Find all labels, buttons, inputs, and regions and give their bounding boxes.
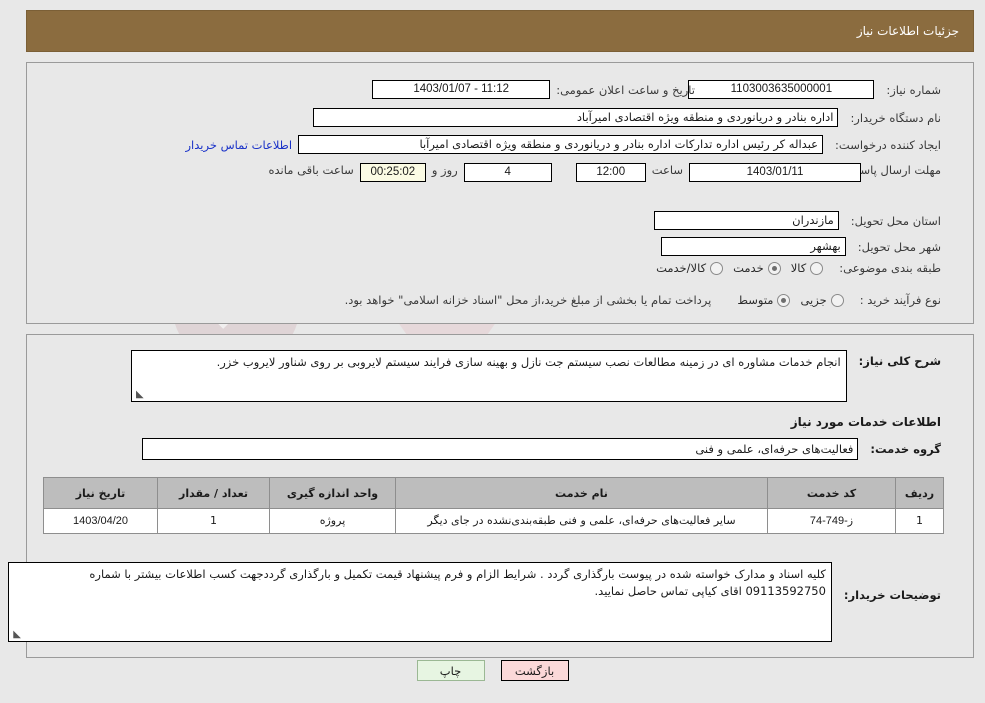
- row-description: شرح کلی نیاز: انجام خدمات مشاوره ای در ز…: [130, 350, 941, 402]
- deadline-date-value: 1403/01/11: [689, 163, 861, 182]
- row-creator: ایجاد کننده درخواست: عبداله کر رئیس ادار…: [185, 135, 941, 154]
- buyer-notes-label: توضیحات خریدار:: [843, 588, 941, 602]
- col-name: نام خدمت: [395, 477, 768, 509]
- cell-date: 1403/04/20: [43, 508, 158, 534]
- table-header-row: ردیف کد خدمت نام خدمت واحد اندازه گیری ت…: [43, 477, 944, 509]
- back-button[interactable]: بازگشت: [500, 660, 569, 681]
- process-option-1-label: متوسط: [737, 293, 774, 307]
- row-announce-datetime: تاریخ و ساعت اعلان عمومی: 1403/01/07 - 1…: [372, 80, 695, 99]
- process-option-0[interactable]: جزیی: [800, 293, 844, 307]
- col-quantity: تعداد / مقدار: [157, 477, 270, 509]
- radio-motavaset[interactable]: [777, 293, 791, 307]
- row-province: استان محل تحویل: مازندران: [653, 211, 941, 230]
- payment-note: پرداخت تمام یا بخشی از مبلغ خرید،از محل …: [344, 293, 712, 307]
- category-option-2-label: کالا/خدمت: [656, 261, 707, 275]
- need-number-label: شماره نیاز:: [886, 82, 941, 97]
- page-header: جزئیات اطلاعات نیاز: [26, 10, 974, 52]
- category-option-0-label: کالا: [790, 261, 807, 275]
- row-category: طبقه بندی موضوعی: کالا خدمت کالا/خدمت: [656, 261, 941, 275]
- col-date: تاریخ نیاز: [43, 477, 158, 509]
- announce-value: 1403/01/07 - 11:12: [372, 80, 551, 99]
- process-option-1[interactable]: متوسط: [737, 293, 791, 307]
- category-option-1[interactable]: خدمت: [733, 261, 781, 275]
- province-value: مازندران: [653, 211, 839, 230]
- radio-khedmat[interactable]: [767, 261, 781, 275]
- service-group-value: فعالیت‌های حرفه‌ای، علمی و فنی: [142, 438, 859, 460]
- creator-value: عبداله کر رئیس اداره تدارکات اداره بنادر…: [298, 135, 824, 154]
- category-option-1-label: خدمت: [733, 261, 764, 275]
- process-option-0-label: جزیی: [800, 293, 827, 307]
- services-table: ردیف کد خدمت نام خدمت واحد اندازه گیری ت…: [43, 477, 944, 534]
- hour-label: ساعت: [651, 163, 683, 177]
- services-table-wrapper: ردیف کد خدمت نام خدمت واحد اندازه گیری ت…: [43, 477, 944, 534]
- description-label: شرح کلی نیاز:: [858, 354, 941, 368]
- cell-index: 1: [895, 508, 944, 534]
- announce-label: تاریخ و ساعت اعلان عمومی:: [556, 82, 695, 97]
- deadline-time-value: 12:00: [575, 163, 646, 182]
- process-label: نوع فرآیند خرید :: [859, 293, 941, 307]
- cell-name: سایر فعالیت‌های حرفه‌ای، علمی و فنی طبقه…: [395, 508, 768, 534]
- resize-grip-icon-notes[interactable]: ◣: [11, 630, 21, 640]
- need-info-panel: [26, 62, 974, 324]
- radio-kala-khedmat[interactable]: [710, 261, 724, 275]
- services-section-title: اطلاعات خدمات مورد نیاز: [790, 415, 941, 429]
- category-label: طبقه بندی موضوعی:: [839, 261, 941, 275]
- cell-unit: پروژه: [269, 508, 396, 534]
- print-button[interactable]: چاپ: [416, 660, 485, 681]
- row-deadline: مهلت ارسال پاسخ: تا تاریخ: 1403/01/11 سا…: [268, 163, 941, 182]
- row-process: نوع فرآیند خرید : جزیی متوسط پرداخت تمام…: [345, 293, 941, 307]
- row-service-group: گروه خدمت: فعالیت‌های حرفه‌ای، علمی و فن…: [142, 438, 941, 460]
- resize-grip-icon[interactable]: ◣: [134, 390, 144, 400]
- buyer-org-label: نام دستگاه خریدار:: [850, 110, 941, 125]
- description-value: انجام خدمات مشاوره ای در زمینه مطالعات ن…: [216, 355, 841, 369]
- cell-quantity: 1: [157, 508, 270, 534]
- description-textarea[interactable]: انجام خدمات مشاوره ای در زمینه مطالعات ن…: [130, 350, 847, 402]
- page-root: AriaTender.net جزئیات اطلاعات نیاز شماره…: [0, 0, 985, 703]
- city-label: شهر محل تحویل:: [857, 239, 941, 254]
- countdown-timer: 00:25:02: [359, 163, 426, 182]
- buyer-org-value: اداره بنادر و دریانوردی و منطقه ویژه اقت…: [313, 108, 839, 127]
- row-need-number: شماره نیاز: 1103003635000001: [688, 80, 941, 99]
- buyer-notes-value: کلیه اسناد و مدارک خواسته شده در پیوست ب…: [89, 567, 826, 598]
- buyer-notes-textarea[interactable]: کلیه اسناد و مدارک خواسته شده در پیوست ب…: [7, 562, 832, 642]
- row-city: شهر محل تحویل: بهشهر: [660, 237, 941, 256]
- row-buyer-notes: توضیحات خریدار: کلیه اسناد و مدارک خواست…: [7, 562, 941, 642]
- days-remaining-value: 4: [463, 163, 552, 182]
- col-code: کد خدمت: [767, 477, 896, 509]
- category-option-2[interactable]: کالا/خدمت: [656, 261, 724, 275]
- remaining-label: ساعت باقی مانده: [268, 163, 354, 177]
- col-unit: واحد اندازه گیری: [269, 477, 396, 509]
- deadline-label: مهلت ارسال پاسخ: تا تاریخ:: [808, 163, 941, 177]
- radio-jozee[interactable]: [830, 293, 844, 307]
- creator-label: ایجاد کننده درخواست:: [835, 137, 941, 152]
- buyer-contact-link[interactable]: اطلاعات تماس خریدار: [185, 138, 292, 152]
- service-group-label: گروه خدمت:: [870, 442, 941, 456]
- action-buttons: بازگشت چاپ: [0, 660, 985, 681]
- cell-code: ز-749-74: [767, 508, 896, 534]
- province-label: استان محل تحویل:: [850, 213, 941, 228]
- col-index: ردیف: [895, 477, 944, 509]
- city-value: بهشهر: [660, 237, 846, 256]
- page-title: جزئیات اطلاعات نیاز: [856, 24, 959, 38]
- row-buyer-org: نام دستگاه خریدار: اداره بنادر و دریانور…: [313, 108, 941, 127]
- radio-kala[interactable]: [810, 261, 824, 275]
- need-number-value: 1103003635000001: [688, 80, 875, 99]
- category-option-0[interactable]: کالا: [791, 261, 824, 275]
- days-label: روز و: [431, 163, 458, 177]
- table-row: 1 ز-749-74 سایر فعالیت‌های حرفه‌ای، علمی…: [43, 508, 944, 534]
